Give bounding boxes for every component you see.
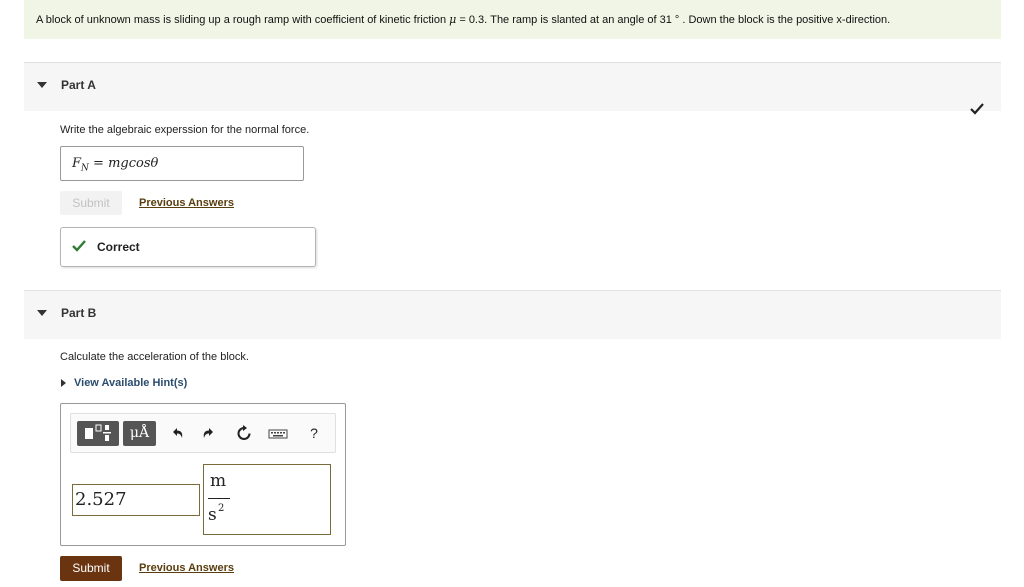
unit-exponent: 2 bbox=[218, 503, 225, 514]
problem-statement: A block of unknown mass is sliding up a … bbox=[24, 0, 1001, 39]
reset-icon[interactable] bbox=[236, 421, 252, 446]
part-b-answer-editor: μÅ ? 2.527 m s 2 bbox=[60, 403, 346, 546]
keyboard-icon[interactable] bbox=[267, 421, 289, 446]
view-hints-link[interactable]: View Available Hint(s) bbox=[74, 377, 187, 389]
part-a-previous-answers-link[interactable]: Previous Answers bbox=[139, 197, 234, 209]
hint-expand-arrow-icon[interactable] bbox=[61, 379, 66, 387]
part-a-feedback-box: Correct bbox=[60, 227, 316, 267]
editor-toolbar: μÅ ? bbox=[70, 413, 336, 453]
part-a-answer-field[interactable]: FN = mgcosθ bbox=[60, 146, 304, 181]
part-a-prompt: Write the algebraic experssion for the n… bbox=[60, 124, 310, 136]
redo-icon[interactable] bbox=[201, 421, 217, 446]
part-b-title: Part B bbox=[61, 306, 97, 320]
correct-check-icon bbox=[72, 240, 86, 252]
templates-button[interactable] bbox=[77, 421, 119, 446]
part-b-header[interactable]: Part B bbox=[24, 290, 1001, 339]
part-a-title: Part A bbox=[61, 78, 96, 92]
part-b-previous-answers-link[interactable]: Previous Answers bbox=[139, 562, 234, 574]
correct-label: Correct bbox=[97, 240, 140, 254]
fraction-bar bbox=[208, 498, 230, 499]
units-button[interactable]: μÅ bbox=[123, 421, 156, 446]
part-a-answer-text: FN = mgcosθ bbox=[72, 156, 159, 174]
units-input[interactable]: m s 2 bbox=[203, 464, 331, 535]
part-a-submit-button[interactable]: Submit bbox=[60, 191, 122, 215]
unit-numerator: m bbox=[210, 471, 227, 491]
unit-denominator: s bbox=[208, 505, 217, 525]
collapse-caret-icon[interactable] bbox=[37, 310, 47, 316]
part-a-header[interactable]: Part A bbox=[24, 62, 1001, 111]
problem-text-after: = 0.3. The ramp is slanted at an angle o… bbox=[456, 14, 891, 26]
value-input[interactable]: 2.527 bbox=[72, 484, 200, 516]
collapse-caret-icon[interactable] bbox=[37, 82, 47, 88]
templates-icon bbox=[85, 424, 111, 441]
part-b-prompt: Calculate the acceleration of the block. bbox=[60, 351, 249, 363]
part-a-complete-check-icon bbox=[970, 103, 984, 115]
help-button[interactable]: ? bbox=[307, 421, 321, 446]
problem-text-before: A block of unknown mass is sliding up a … bbox=[36, 14, 450, 26]
undo-icon[interactable] bbox=[169, 421, 185, 446]
part-b-submit-button[interactable]: Submit bbox=[60, 556, 122, 581]
